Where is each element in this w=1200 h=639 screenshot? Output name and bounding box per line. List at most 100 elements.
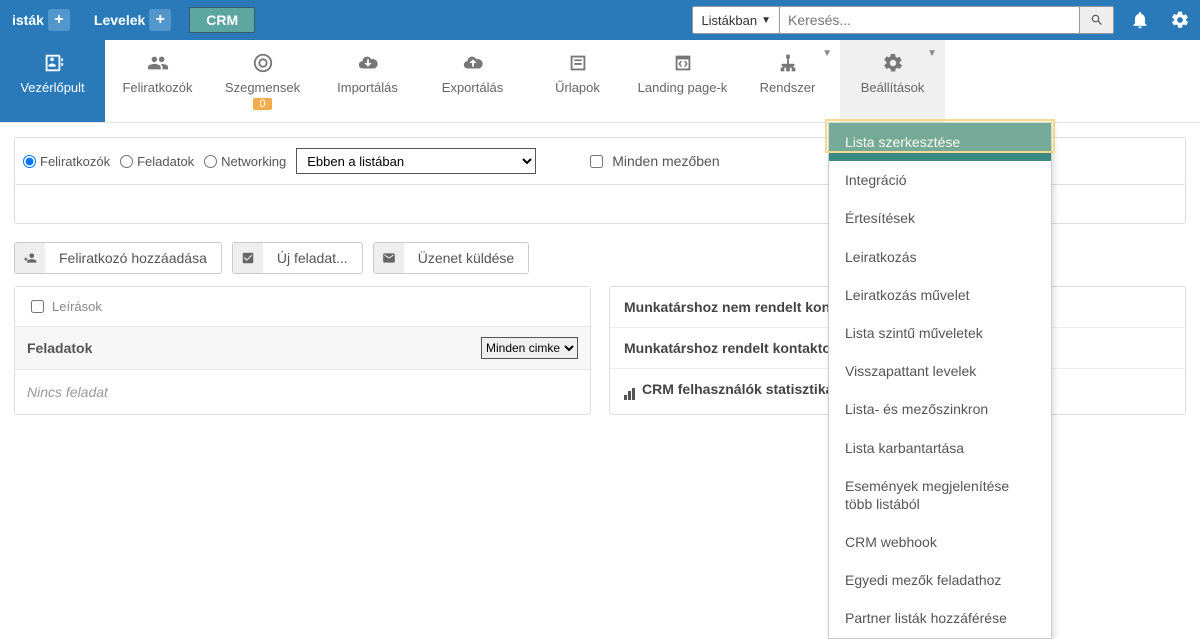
envelope-icon (382, 251, 396, 265)
menu-bounced-mails[interactable]: Visszapattant levelek (829, 352, 1051, 390)
tab-landing[interactable]: Landing page-k (630, 40, 735, 122)
menu-integration[interactable]: Integráció (829, 161, 1051, 199)
settings-dropdown: Lista szerkesztése Integráció Értesítése… (828, 122, 1052, 639)
button-label: Üzenet küldése (404, 250, 529, 266)
menu-unsubscribe[interactable]: Leiratkozás (829, 238, 1051, 276)
menu-crm-webhook[interactable]: CRM webhook (829, 523, 1051, 561)
left-panel: Leírások Feladatok Minden cimke Nincs fe… (14, 286, 591, 415)
menu-list-field-sync[interactable]: Lista- és mezőszinkron (829, 390, 1051, 428)
caret-down-icon: ▼ (927, 48, 937, 59)
tab-import[interactable]: Importálás (315, 40, 420, 122)
descriptions-header: Leírások (15, 287, 590, 327)
cloud-upload-icon (462, 52, 484, 74)
radio-label: Feladatok (137, 154, 194, 169)
radio-input[interactable] (120, 155, 133, 168)
no-task-text: Nincs feladat (27, 384, 108, 400)
checkbox-icon (241, 251, 255, 265)
people-icon (147, 52, 169, 74)
tag-filter-select[interactable]: Minden cimke (481, 337, 578, 359)
radio-networking[interactable]: Networking (204, 154, 286, 169)
gear-icon (882, 52, 904, 74)
topbar-icons (1120, 0, 1200, 40)
topbar-left: isták + Levelek + CRM (0, 0, 261, 40)
menu-events-multiple-lists[interactable]: Események megjelenítése több listából (829, 467, 1051, 523)
add-subscriber-button[interactable]: Feliratkozó hozzáadása (14, 242, 222, 274)
caret-down-icon: ▼ (761, 15, 771, 26)
sitemap-icon (777, 52, 799, 74)
send-message-button[interactable]: Üzenet küldése (373, 242, 530, 274)
tab-label: Exportálás (442, 80, 503, 95)
descriptions-label: Leírások (52, 299, 102, 314)
address-book-icon (42, 52, 64, 74)
add-user-icon (23, 251, 37, 265)
button-label: Új feladat... (263, 250, 362, 266)
tasks-header: Feladatok Minden cimke (15, 327, 590, 370)
cloud-download-icon (357, 52, 379, 74)
list-scope-select[interactable]: Ebben a listában (296, 148, 536, 174)
plus-icon[interactable]: + (48, 9, 70, 31)
radio-input[interactable] (204, 155, 217, 168)
search-scope-dropdown[interactable]: Listákban ▼ (692, 6, 780, 34)
tab-label: Beállítások (861, 80, 925, 95)
icon-box (15, 243, 45, 273)
stats-label: CRM felhasználók statisztikái (642, 381, 837, 397)
tab-label: Szegmensek (225, 80, 300, 95)
tab-forms[interactable]: Űrlapok (525, 40, 630, 122)
badge: 0 (253, 98, 271, 110)
new-task-button[interactable]: Új feladat... (232, 242, 363, 274)
tasks-title: Feladatok (27, 340, 92, 356)
tab-export[interactable]: Exportálás (420, 40, 525, 122)
nav-crm-label: CRM (206, 12, 238, 28)
menu-unsubscribe-action[interactable]: Leiratkozás művelet (829, 276, 1051, 314)
descriptions-checkbox[interactable] (31, 300, 44, 313)
nav-lists-label: isták (12, 12, 44, 28)
code-page-icon (672, 52, 694, 74)
bell-icon[interactable] (1130, 10, 1150, 30)
form-icon (567, 52, 589, 74)
target-icon (252, 52, 274, 74)
tab-label: Űrlapok (555, 80, 600, 95)
caret-down-icon: ▼ (822, 48, 832, 59)
search-scope-label: Listákban (701, 13, 757, 28)
search-input[interactable] (780, 6, 1080, 34)
main-tabs: Vezérlőpult Feliratkozók Szegmensek 0 Im… (0, 40, 1200, 123)
nav-emails-label: Levelek (94, 12, 145, 28)
search-area: Listákban ▼ (686, 0, 1120, 40)
radio-input[interactable] (23, 155, 36, 168)
menu-notifications[interactable]: Értesítések (829, 199, 1051, 237)
topbar: isták + Levelek + CRM Listákban ▼ (0, 0, 1200, 40)
radio-subscribers[interactable]: Feliratkozók (23, 154, 110, 169)
gear-icon[interactable] (1170, 10, 1190, 30)
tab-subscribers[interactable]: Feliratkozók (105, 40, 210, 122)
tab-label: Importálás (337, 80, 398, 95)
search-button[interactable] (1080, 6, 1114, 34)
radio-label: Feliratkozók (40, 154, 110, 169)
nav-emails[interactable]: Levelek + (82, 9, 183, 31)
checkbox-input[interactable] (590, 155, 603, 168)
search-icon (1090, 13, 1104, 27)
tasks-body: Nincs feladat (15, 370, 590, 414)
menu-custom-task-fields[interactable]: Egyedi mezők feladathoz (829, 561, 1051, 599)
menu-partner-list-access[interactable]: Partner listák hozzáférése (829, 599, 1051, 637)
tab-segments[interactable]: Szegmensek 0 (210, 40, 315, 122)
icon-box (233, 243, 263, 273)
all-fields-checkbox[interactable]: Minden mezőben (586, 152, 719, 171)
tab-settings[interactable]: ▼ Beállítások (840, 40, 945, 122)
nav-lists[interactable]: isták + (0, 9, 82, 31)
content-area: Lista szerkesztése Integráció Értesítése… (0, 123, 1200, 429)
menu-list-level-actions[interactable]: Lista szintű műveletek (829, 314, 1051, 352)
button-label: Feliratkozó hozzáadása (45, 250, 221, 266)
radio-label: Networking (221, 154, 286, 169)
checkbox-label: Minden mezőben (612, 153, 719, 169)
radio-tasks[interactable]: Feladatok (120, 154, 194, 169)
tab-label: Landing page-k (638, 80, 728, 95)
tab-system[interactable]: ▼ Rendszer (735, 40, 840, 122)
bar-chart-icon (624, 384, 638, 396)
tab-label: Feliratkozók (122, 80, 192, 95)
tab-dashboard[interactable]: Vezérlőpult (0, 40, 105, 122)
plus-icon[interactable]: + (149, 9, 171, 31)
nav-crm[interactable]: CRM (189, 7, 255, 33)
menu-edit-list[interactable]: Lista szerkesztése (829, 123, 1051, 161)
tab-label: Rendszer (760, 80, 816, 95)
menu-list-maintenance[interactable]: Lista karbantartása (829, 429, 1051, 467)
